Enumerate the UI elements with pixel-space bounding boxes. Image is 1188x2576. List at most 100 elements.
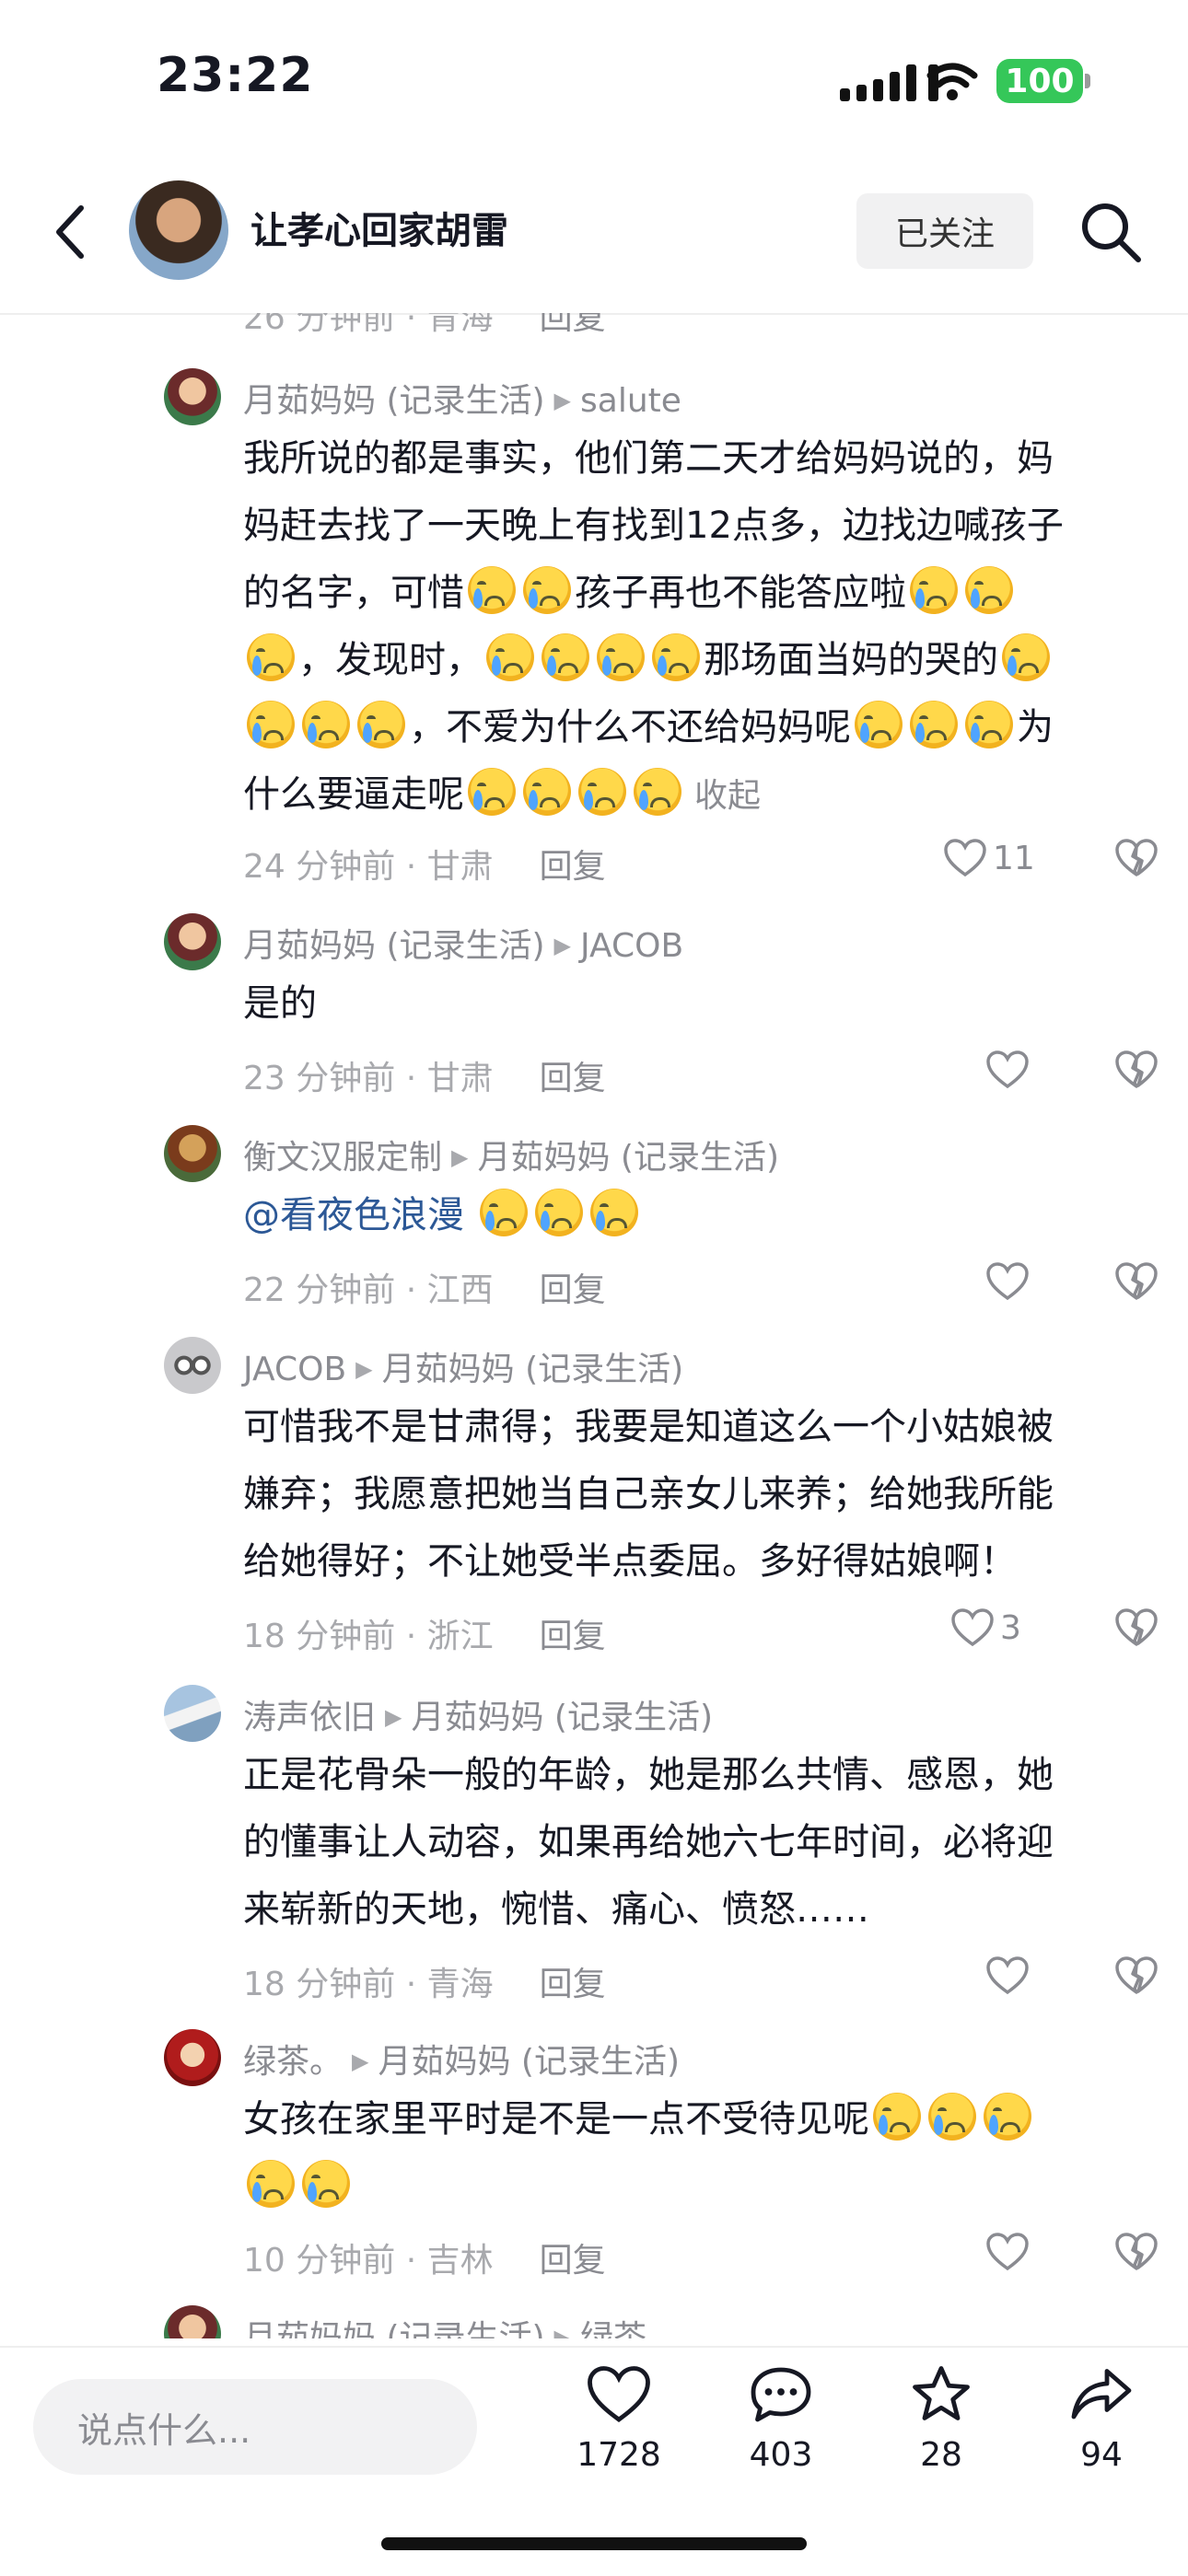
comment-line: 正是花骨朵一般的年龄，她是那么共情、感恩，她	[243, 1754, 1054, 1796]
page-title[interactable]: 让孝心回家胡雷	[250, 201, 508, 254]
comments-button[interactable]: 403	[726, 2364, 836, 2474]
like-count: 11	[993, 839, 1035, 877]
comment-meta: 22 分钟前 · 江西	[243, 1271, 494, 1309]
broken-heart-icon[interactable]	[1114, 1955, 1159, 1996]
comment-input[interactable]: 说点什么...	[33, 2379, 477, 2475]
commenter-avatar[interactable]	[164, 2305, 221, 2338]
crying-emoji-icon	[578, 768, 626, 816]
comment-line: 女孩在家里平时是不是一点不受待见呢	[243, 2086, 1136, 2153]
like-total: 1728	[577, 2436, 661, 2474]
user-avatar[interactable]	[129, 180, 228, 280]
crying-emoji-icon	[479, 1189, 528, 1236]
commenter-avatar[interactable]	[164, 913, 221, 970]
crying-emoji-icon	[468, 768, 516, 816]
commenter-avatar[interactable]	[164, 368, 221, 425]
like-button[interactable]: 3	[950, 1607, 1021, 1648]
reply-button[interactable]: 回复	[540, 1966, 606, 2003]
like-button[interactable]	[985, 1050, 1030, 1090]
heart-icon	[986, 1262, 1029, 1301]
comment-author[interactable]: 月茹妈妈 (记录生活)	[243, 382, 545, 420]
battery-indicator: 100	[996, 59, 1083, 103]
reply-target[interactable]: 月茹妈妈 (记录生活)	[411, 1699, 713, 1736]
cellular-signal-icon	[840, 61, 938, 101]
favorite-button[interactable]: 28	[886, 2364, 996, 2474]
collapse-button[interactable]: 收起	[694, 777, 761, 815]
comment-line: 我所说的都是事实，他们第二天才给妈妈说的，妈	[243, 437, 1054, 480]
reply-target[interactable]: salute	[580, 382, 681, 420]
reply-button[interactable]: 回复	[540, 2242, 606, 2280]
reply-target[interactable]: JACOB	[580, 927, 683, 965]
comment-author[interactable]: 月茹妈妈 (记录生活)	[243, 927, 545, 965]
broken-heart-icon[interactable]	[1114, 1261, 1159, 1302]
crying-emoji-icon	[247, 633, 295, 681]
commenter-avatar[interactable]	[164, 1125, 221, 1182]
comment-author[interactable]: 月茹妈妈 (记录生活)	[243, 2319, 545, 2338]
comment-line: 可惜我不是甘肃得；我要是知道这么一个小姑娘被	[243, 1406, 1054, 1448]
crying-emoji-icon	[534, 1189, 583, 1236]
comment-line	[243, 2153, 1136, 2221]
share-total: 94	[1080, 2436, 1123, 2474]
crying-emoji-icon	[302, 2160, 350, 2208]
comment-author[interactable]: 涛声依旧	[243, 1699, 376, 1736]
comment-line: 的懂事让人动容，如果再给她六七年时间，必将迎	[243, 1821, 1054, 1863]
comment-total: 403	[749, 2436, 813, 2474]
comment-author[interactable]: 衡文汉服定制	[243, 1139, 442, 1177]
like-button[interactable]: 11	[943, 838, 1035, 878]
crying-emoji-icon	[965, 701, 1013, 748]
comment-text: 正是花骨朵一般的年龄，她是那么共情、感恩，她 的懂事让人动容，如果再给她六七年时…	[243, 1742, 1136, 1944]
favorite-total: 28	[920, 2436, 962, 2474]
reply-button[interactable]: 回复	[540, 848, 606, 886]
crying-emoji-icon	[652, 633, 700, 681]
reply-button[interactable]: 回复	[540, 1060, 606, 1097]
comment-meta: 18 分钟前 · 青海	[243, 1966, 494, 2003]
broken-heart-icon[interactable]	[1114, 1607, 1159, 1648]
commenter-avatar[interactable]	[164, 2029, 221, 2086]
commenter-avatar[interactable]	[164, 1685, 221, 1742]
crying-emoji-icon	[589, 1189, 638, 1236]
reply-arrow-icon: ▶	[355, 1356, 373, 1382]
comment-text: 可惜我不是甘肃得；我要是知道这么一个小姑娘被 嫌弃；我愿意把她当自己亲女儿来养；…	[243, 1394, 1136, 1595]
crying-emoji-icon	[855, 701, 903, 748]
reply-button[interactable]: 回复	[540, 1271, 606, 1309]
heart-icon	[986, 1050, 1029, 1089]
following-button[interactable]: 已关注	[856, 193, 1033, 269]
back-arrow-icon[interactable]	[53, 204, 87, 260]
comment-fragment: 为	[1017, 706, 1054, 748]
home-indicator[interactable]	[381, 2537, 807, 2550]
reply-target[interactable]: 绿茶	[580, 2319, 646, 2338]
share-button[interactable]: 94	[1046, 2364, 1157, 2474]
wifi-icon	[926, 63, 978, 100]
comment-list[interactable]: 26 分钟前 · 青海 回复 月茹妈妈 (记录生活) ▶ salute 我所说的都是事…	[0, 313, 1188, 2338]
comment-meta: 18 分钟前 · 浙江	[243, 1618, 494, 1655]
crying-emoji-icon	[910, 566, 958, 614]
crying-emoji-icon	[965, 566, 1013, 614]
comment-meta: 26 分钟前 · 青海	[243, 313, 494, 337]
commenter-avatar[interactable]	[164, 1337, 221, 1394]
broken-heart-icon[interactable]	[1114, 838, 1159, 878]
like-button[interactable]	[985, 1955, 1030, 1996]
comment-meta: 10 分钟前 · 吉林	[243, 2242, 494, 2280]
reply-target[interactable]: 月茹妈妈 (记录生活)	[378, 2043, 680, 2081]
comment-fragment: 的名字，可惜	[243, 572, 464, 614]
reply-target[interactable]: 月茹妈妈 (记录生活)	[382, 1351, 684, 1388]
comment-text: 是的	[243, 970, 1136, 1038]
reply-target[interactable]: 月茹妈妈 (记录生活)	[477, 1139, 779, 1177]
like-count: 3	[1000, 1608, 1021, 1647]
crying-emoji-icon	[634, 768, 681, 816]
comment-author[interactable]: 绿茶。	[243, 2043, 343, 2081]
like-button[interactable]	[985, 1261, 1030, 1302]
like-post-button[interactable]: 1728	[564, 2364, 674, 2474]
star-icon	[913, 2366, 970, 2420]
reply-button[interactable]: 回复	[540, 313, 606, 337]
broken-heart-icon[interactable]	[1114, 2232, 1159, 2272]
comment-author[interactable]: JACOB	[243, 1351, 346, 1388]
comment-fragment: 什么要逼走呢	[243, 773, 464, 816]
like-button[interactable]	[985, 2232, 1030, 2272]
reply-button[interactable]: 回复	[540, 1618, 606, 1655]
crying-emoji-icon	[873, 2093, 921, 2141]
crying-emoji-icon	[597, 633, 645, 681]
broken-heart-icon[interactable]	[1114, 1050, 1159, 1090]
comment-line: 的名字，可惜 孩子再也不能答应啦	[243, 560, 1136, 627]
search-icon[interactable]	[1079, 201, 1144, 265]
mention-link[interactable]: @看夜色浪漫	[243, 1194, 464, 1236]
